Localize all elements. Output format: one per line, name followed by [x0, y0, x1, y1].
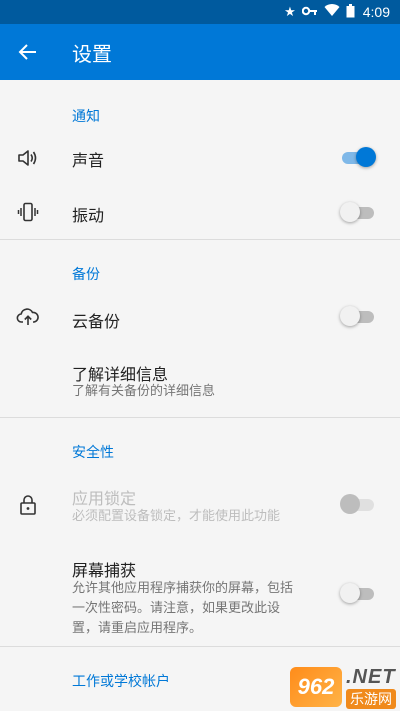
battery-icon [346, 3, 355, 21]
app-bar: 设置 [0, 24, 400, 80]
toggle-thumb [340, 202, 360, 222]
toggle-thumb [340, 306, 360, 326]
watermark-net: .NET [346, 665, 396, 688]
setting-screen-capture-subtitle-line2: 一次性密码。请注意，如果更改此设 [72, 601, 281, 616]
vibrate-phone-icon [14, 198, 42, 226]
speaker-icon [14, 144, 42, 172]
toggle-thumb [340, 583, 360, 603]
toggle-thumb [356, 147, 376, 167]
watermark-text: .NET 乐游网 [346, 666, 396, 709]
setting-screen-capture-subtitle-line1: 允许其他应用程序捕获你的屏幕，包括 [72, 581, 294, 596]
lock-icon [14, 491, 42, 519]
star-icon: ★ [284, 4, 296, 20]
setting-sound-label: 声音 [72, 151, 105, 170]
setting-cloud-backup-label: 云备份 [72, 312, 121, 331]
setting-screen-capture-subtitle-line3: 置，请重启应用程序。 [72, 621, 203, 636]
setting-learn-more-label: 了解详细信息 [72, 365, 169, 384]
cloud-backup-toggle[interactable] [340, 305, 376, 327]
vibrate-toggle[interactable] [340, 201, 376, 223]
watermark: 962 .NET 乐游网 [246, 665, 396, 709]
divider [0, 646, 400, 647]
arrow-back-icon [18, 44, 36, 60]
setting-learn-more-subtitle: 了解有关备份的详细信息 [72, 384, 216, 399]
section-header-notifications: 通知 [72, 109, 100, 125]
sound-toggle[interactable] [340, 146, 376, 168]
setting-screen-capture-label: 屏幕捕获 [72, 561, 137, 580]
watermark-logo: 962 [290, 667, 342, 707]
status-time: 4:09 [362, 4, 390, 20]
section-header-security: 安全性 [72, 445, 114, 461]
setting-app-lock-subtitle: 必须配置设备锁定，才能使用此功能 [72, 509, 281, 524]
divider [0, 239, 400, 240]
cloud-upload-icon [14, 303, 42, 331]
back-button[interactable] [0, 24, 56, 80]
section-header-work-school: 工作或学校帐户 [72, 674, 170, 690]
wifi-icon [324, 4, 340, 20]
key-icon [301, 6, 318, 19]
section-header-backup: 备份 [72, 267, 100, 283]
toggle-thumb [340, 494, 360, 514]
screen-capture-toggle[interactable] [340, 582, 376, 604]
page-title: 设置 [72, 41, 112, 66]
watermark-site-name: 乐游网 [346, 688, 396, 709]
setting-app-lock-label: 应用锁定 [72, 489, 137, 508]
settings-list[interactable]: 通知 声音 振动 备份 云备份 了解详细信息 了解有关备份的详细信息 安全性 应… [0, 80, 400, 711]
status-bar: ★ 4:09 [0, 0, 400, 24]
divider [0, 417, 400, 418]
app-lock-toggle [340, 493, 376, 515]
setting-vibrate-label: 振动 [72, 206, 105, 225]
